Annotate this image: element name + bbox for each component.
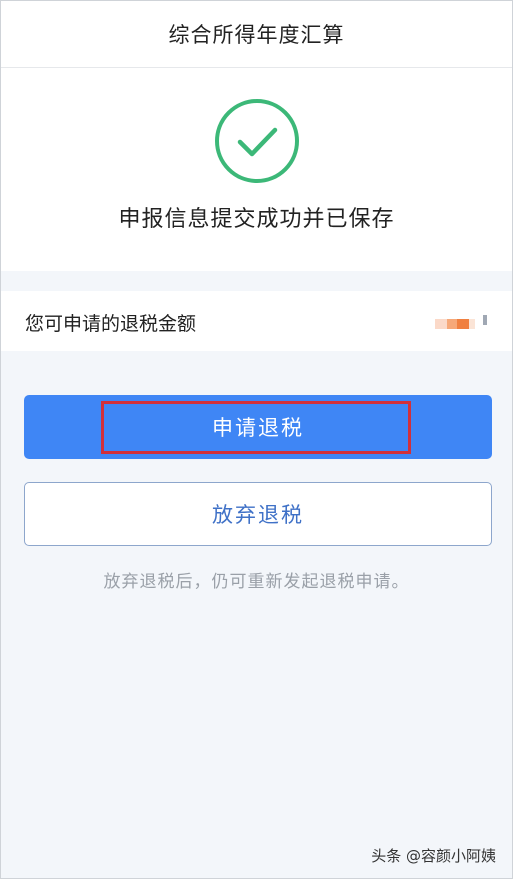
page-title: 综合所得年度汇算 [168, 23, 345, 47]
apply-refund-button[interactable]: 申请退税 [24, 395, 492, 459]
check-circle-icon [215, 99, 299, 183]
abandon-hint-text: 放弃退税后，仍可重新发起退税申请。 [103, 572, 410, 592]
refund-amount-label: 您可申请的退税金额 [25, 313, 197, 335]
success-message: 申报信息提交成功并已保存 [118, 207, 395, 232]
abandon-refund-label: 放弃退税 [212, 503, 304, 527]
apply-refund-label: 申请退税 [212, 416, 304, 440]
refund-amount-row: 您可申请的退税金额 [1, 291, 512, 351]
page-header: 综合所得年度汇算 [1, 1, 512, 68]
success-panel: 申报信息提交成功并已保存 [1, 68, 512, 271]
watermark: 头条 @容颜小阿姨 [371, 847, 496, 865]
app-screen: 综合所得年度汇算 申报信息提交成功并已保存 您可申请的退税金额 申请退税 放弃退… [0, 0, 513, 879]
refund-amount-value-redacted [435, 315, 489, 329]
abandon-refund-button[interactable]: 放弃退税 [24, 482, 492, 546]
